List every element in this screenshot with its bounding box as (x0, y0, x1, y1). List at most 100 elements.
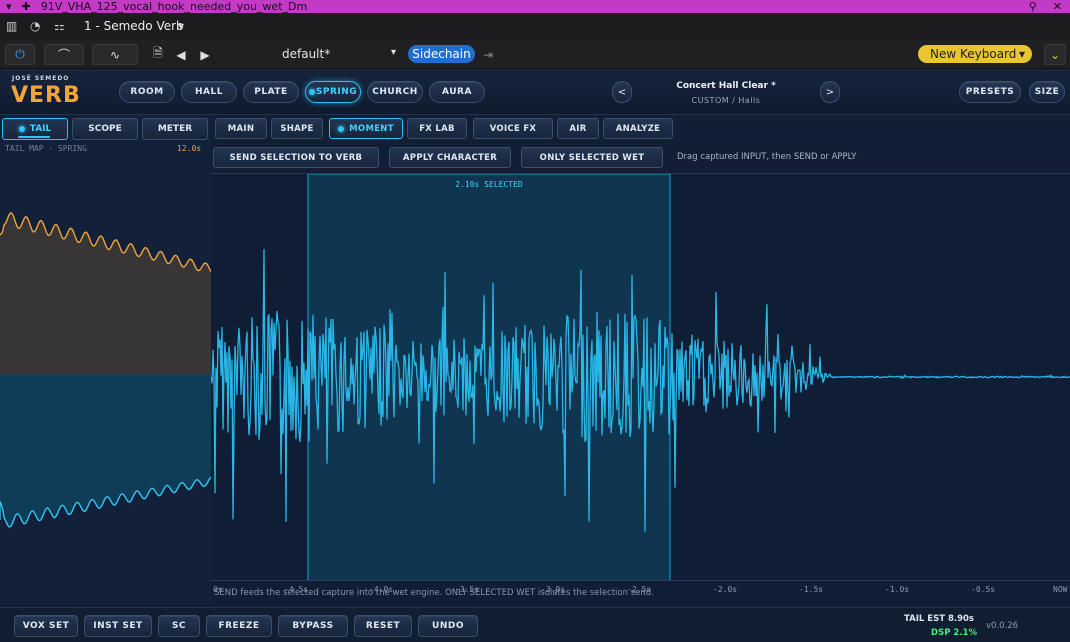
tab-label: TAIL (29, 124, 52, 134)
sc-button[interactable]: SC (158, 615, 200, 637)
apply-character-button[interactable]: APPLY CHARACTER (389, 147, 511, 168)
preset-name: Concert Hall Clear * (676, 81, 776, 91)
chevron-down-icon[interactable]: ▾ (178, 19, 184, 33)
tab-label: SCOPE (88, 124, 122, 134)
routing-icon[interactable]: ⚏ (54, 19, 65, 33)
tab-label: FX LAB (419, 123, 455, 134)
preset-prev-button[interactable]: < (612, 81, 632, 103)
meter-icon[interactable]: ◔ (30, 19, 40, 33)
active-dot-icon (338, 125, 345, 132)
sidechain-button[interactable]: Sidechain (408, 45, 475, 63)
save-icon[interactable]: 🗎 (148, 44, 168, 65)
time-tick: -2.0s (713, 585, 738, 594)
next-preset-icon[interactable]: ▶ (196, 44, 214, 65)
brand-logo: VERB (11, 83, 81, 108)
tab-shape[interactable]: SHAPE (271, 118, 323, 139)
sidechain-arrow-icon[interactable]: ⇥ (478, 44, 498, 65)
tab-label: SHAPE (280, 123, 314, 134)
plus-icon[interactable]: ✚ (22, 0, 31, 13)
room-aura-button[interactable]: AURA (429, 81, 485, 103)
freeze-button[interactable]: FREEZE (206, 615, 272, 637)
preset-select[interactable]: default* ▾ (222, 45, 400, 64)
room-label: HALL (195, 87, 223, 97)
power-icon[interactable]: ⏻ (5, 44, 35, 65)
tab-moment[interactable]: MOMENT (329, 118, 403, 139)
room-spring-button[interactable]: SPRING (305, 81, 361, 103)
time-tick: -0.5s (971, 585, 996, 594)
host-title-bar: ▾ ✚ 91V_VHA_125_vocal_hook_needed_you_we… (0, 0, 1070, 13)
undo-button[interactable]: UNDO (418, 615, 478, 637)
tab-fx-lab[interactable]: FX LAB (407, 118, 467, 139)
room-label: SPRING (315, 87, 358, 97)
active-dot-icon (18, 126, 25, 132)
plugin-header: JOSÉ SEMEDO VERB ROOM HALL PLATE SPRING … (0, 69, 1070, 115)
reset-button[interactable]: RESET (354, 615, 412, 637)
main-tab-row: MAIN SHAPE MOMENT FX LAB VOICE FX AIR AN… (211, 115, 1070, 143)
action-hint: Drag captured INPUT, then SEND or APPLY (677, 152, 857, 162)
waveform-footnote: SEND feeds the selected capture into the… (214, 588, 654, 598)
inst-set-button[interactable]: INST SET (84, 615, 152, 637)
plugin-body: JOSÉ SEMEDO VERB ROOM HALL PLATE SPRING … (0, 69, 1070, 642)
room-hall-button[interactable]: HALL (181, 81, 237, 103)
room-label: ROOM (130, 87, 164, 97)
chevron-down-icon[interactable]: ▾ (6, 0, 12, 13)
host-track-bar: ▥ ◔ ⚏ 1 - Semedo Verb ▾ (0, 13, 1070, 40)
time-tick: -1.5s (799, 585, 824, 594)
chevron-down-icon: ▾ (1018, 47, 1025, 61)
track-label[interactable]: 1 - Semedo Verb (84, 19, 184, 33)
plugin-control-bar: ⏻ ⌒ ∿ 🗎 ◀ ▶ default* ▾ Sidechain ⇥ New K… (0, 40, 1070, 69)
tab-label: ANALYZE (615, 123, 661, 134)
tab-label: VOICE FX (489, 123, 537, 134)
room-label: AURA (442, 87, 472, 97)
tail-map-graph (0, 155, 211, 565)
action-row: SEND SELECTION TO VERB APPLY CHARACTER O… (211, 145, 1070, 171)
active-dot-icon (308, 89, 315, 95)
time-tick: -1.0s (885, 585, 910, 594)
tab-label: MOMENT (349, 123, 394, 134)
file-title: 91V_VHA_125_vocal_hook_needed_you_wet_Dm (40, 0, 308, 13)
rack-icon[interactable]: ▥ (6, 19, 17, 33)
bypass-button[interactable]: BYPASS (278, 615, 348, 637)
tab-main[interactable]: MAIN (215, 118, 267, 139)
automation-icon[interactable]: ∿ (92, 44, 138, 65)
version-label: v0.0.26 (986, 621, 1019, 631)
prev-preset-icon[interactable]: ◀ (172, 44, 190, 65)
keyboard-label: New Keyboard (930, 47, 1017, 61)
pin-icon[interactable]: ⚲ (1029, 0, 1037, 13)
room-church-button[interactable]: CHURCH (367, 81, 423, 103)
tab-voice-fx[interactable]: VOICE FX (473, 118, 553, 139)
tail-map-time: 12.0s (177, 144, 202, 153)
brand-author: JOSÉ SEMEDO (12, 75, 70, 82)
capture-waveform[interactable]: 2.10s SELECTED (210, 173, 1070, 582)
room-plate-button[interactable]: PLATE (243, 81, 299, 103)
tab-label: METER (157, 124, 193, 134)
only-selected-wet-button[interactable]: ONLY SELECTED WET (521, 147, 663, 168)
tab-label: AIR (569, 123, 587, 134)
vox-set-button[interactable]: VOX SET (14, 615, 78, 637)
size-button[interactable]: SIZE (1029, 81, 1065, 103)
send-selection-button[interactable]: SEND SELECTION TO VERB (213, 147, 379, 168)
room-room-button[interactable]: ROOM (119, 81, 175, 103)
left-panel: TAIL SCOPE METER TAIL MAP - SPRING 12.0s (0, 115, 211, 605)
curve-icon[interactable]: ⌒ (44, 44, 84, 65)
preset-next-button[interactable]: > (820, 81, 840, 103)
close-icon[interactable]: ✕ (1053, 0, 1062, 13)
keyboard-select[interactable]: New Keyboard ▾ (918, 45, 1032, 63)
tab-air[interactable]: AIR (557, 118, 599, 139)
tab-label: MAIN (227, 123, 255, 134)
room-label: CHURCH (372, 87, 418, 97)
semedo-verb-window: ▾ ✚ 91V_VHA_125_vocal_hook_needed_you_we… (0, 0, 1070, 642)
expand-chevron-icon[interactable]: ⌄ (1044, 44, 1066, 65)
preset-category: CUSTOM / Halls (691, 96, 761, 105)
tab-scope[interactable]: SCOPE (72, 118, 138, 140)
tab-analyze[interactable]: ANALYZE (603, 118, 673, 139)
tab-meter[interactable]: METER (142, 118, 208, 140)
waveform-graph: 2.10s SELECTED (210, 173, 1070, 582)
dsp-usage: DSP 2.1% (931, 628, 977, 638)
chevron-down-icon: ▾ (390, 47, 396, 58)
preset-value: default* (282, 47, 331, 61)
room-label: PLATE (254, 87, 288, 97)
presets-button[interactable]: PRESETS (959, 81, 1021, 103)
tail-estimate: TAIL EST 8.90s (904, 614, 974, 624)
tab-underline (18, 136, 50, 138)
